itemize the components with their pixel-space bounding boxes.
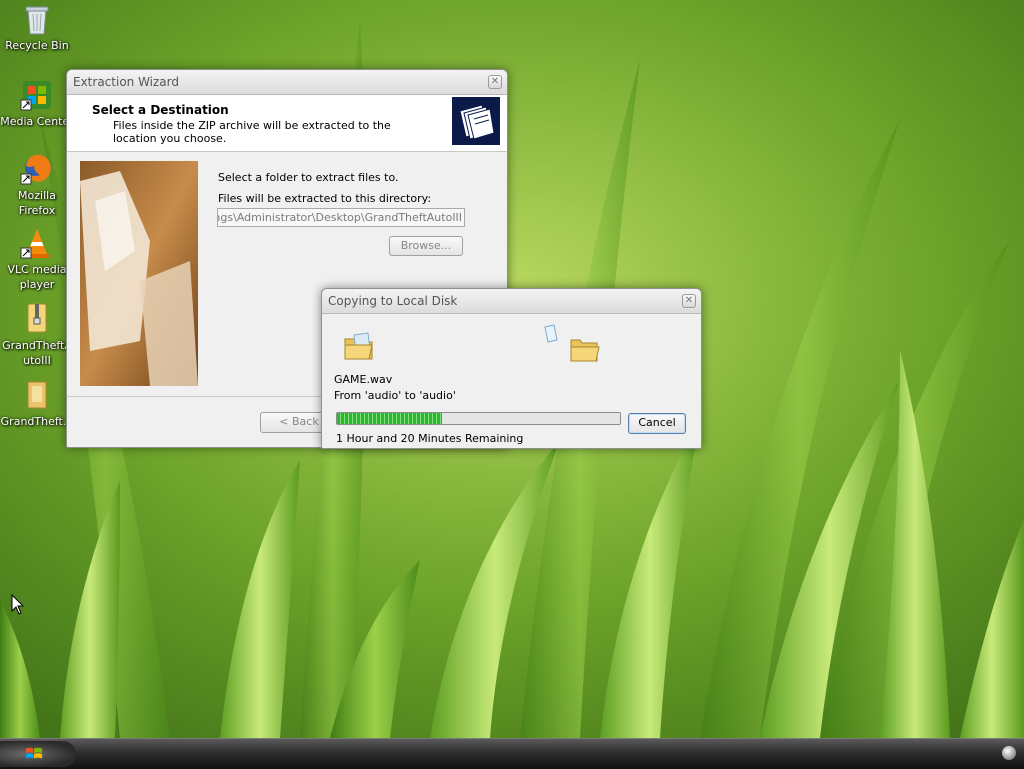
desktop-icon-gta-zip[interactable]: GrandTheftAutoIII — [0, 302, 74, 368]
flying-document-icon — [544, 324, 558, 343]
desktop-icon-label: Mozilla Firefox — [18, 189, 56, 217]
copy-progress-dialog[interactable]: Copying to Local Disk ✕ GAME.wav From 'a… — [321, 288, 702, 449]
mouse-cursor-icon — [11, 594, 25, 615]
cancel-button[interactable]: Cancel — [628, 413, 686, 434]
desktop-icon-label: VLC media player — [7, 263, 67, 291]
copy-route-text: From 'audio' to 'audio' — [334, 389, 456, 402]
show-desktop-icon[interactable] — [1002, 746, 1016, 760]
taskbar — [0, 738, 1024, 769]
desktop-icon-vlc[interactable]: VLC media player — [0, 226, 74, 292]
desktop-icon-gta-folder[interactable]: GrandTheft... — [0, 378, 74, 429]
media-center-icon — [20, 81, 51, 111]
desktop-icon-label: GrandTheftAutoIII — [2, 339, 72, 367]
zip-folder-icon — [27, 303, 47, 333]
wizard-side-image — [80, 161, 198, 386]
windows-logo-icon — [25, 747, 43, 759]
wizard-title: Extraction Wizard — [73, 75, 180, 89]
copy-close-button[interactable]: ✕ — [682, 294, 696, 308]
wizard-close-button[interactable]: ✕ — [488, 75, 502, 89]
current-file-name: GAME.wav — [334, 373, 393, 386]
destination-folder-icon — [570, 339, 600, 362]
desktop-icon-label: Recycle Bin — [5, 39, 69, 52]
desktop-icon-label: Media Center — [0, 115, 74, 128]
desktop-icon-firefox[interactable]: Mozilla Firefox — [0, 152, 74, 218]
copy-progress-fill — [337, 413, 442, 424]
wizard-directory-label: Files will be extracted to this director… — [218, 192, 432, 205]
wizard-header: Select a Destination Files inside the ZI… — [67, 95, 507, 152]
browse-button[interactable]: Browse... — [389, 236, 463, 256]
folder-icon — [27, 381, 47, 409]
wizard-instruction: Select a folder to extract files to. — [218, 171, 399, 184]
start-button[interactable] — [0, 741, 76, 767]
desktop-icon-label: GrandTheft... — [0, 415, 74, 428]
vlc-icon — [20, 229, 49, 259]
source-folder-icon — [344, 332, 373, 360]
desktop-icon-recycle-bin[interactable]: Recycle Bin — [0, 2, 74, 53]
recycle-bin-icon — [25, 6, 49, 35]
copy-titlebar[interactable]: Copying to Local Disk ✕ — [322, 289, 701, 314]
copy-dialog-title: Copying to Local Disk — [328, 294, 458, 308]
wizard-titlebar[interactable]: Extraction Wizard ✕ — [67, 70, 507, 95]
wizard-header-title: Select a Destination — [92, 103, 229, 117]
folders-logo-icon — [452, 97, 500, 145]
wizard-header-subtitle: Files inside the ZIP archive will be ext… — [113, 119, 391, 145]
destination-path-field[interactable]: Settings\Administrator\Desktop\GrandThef… — [217, 208, 465, 227]
desktop-icon-media-center[interactable]: Media Center — [0, 78, 74, 129]
firefox-icon — [20, 154, 51, 185]
copy-progress-bar — [336, 412, 621, 425]
time-remaining-text: 1 Hour and 20 Minutes Remaining — [336, 432, 524, 445]
